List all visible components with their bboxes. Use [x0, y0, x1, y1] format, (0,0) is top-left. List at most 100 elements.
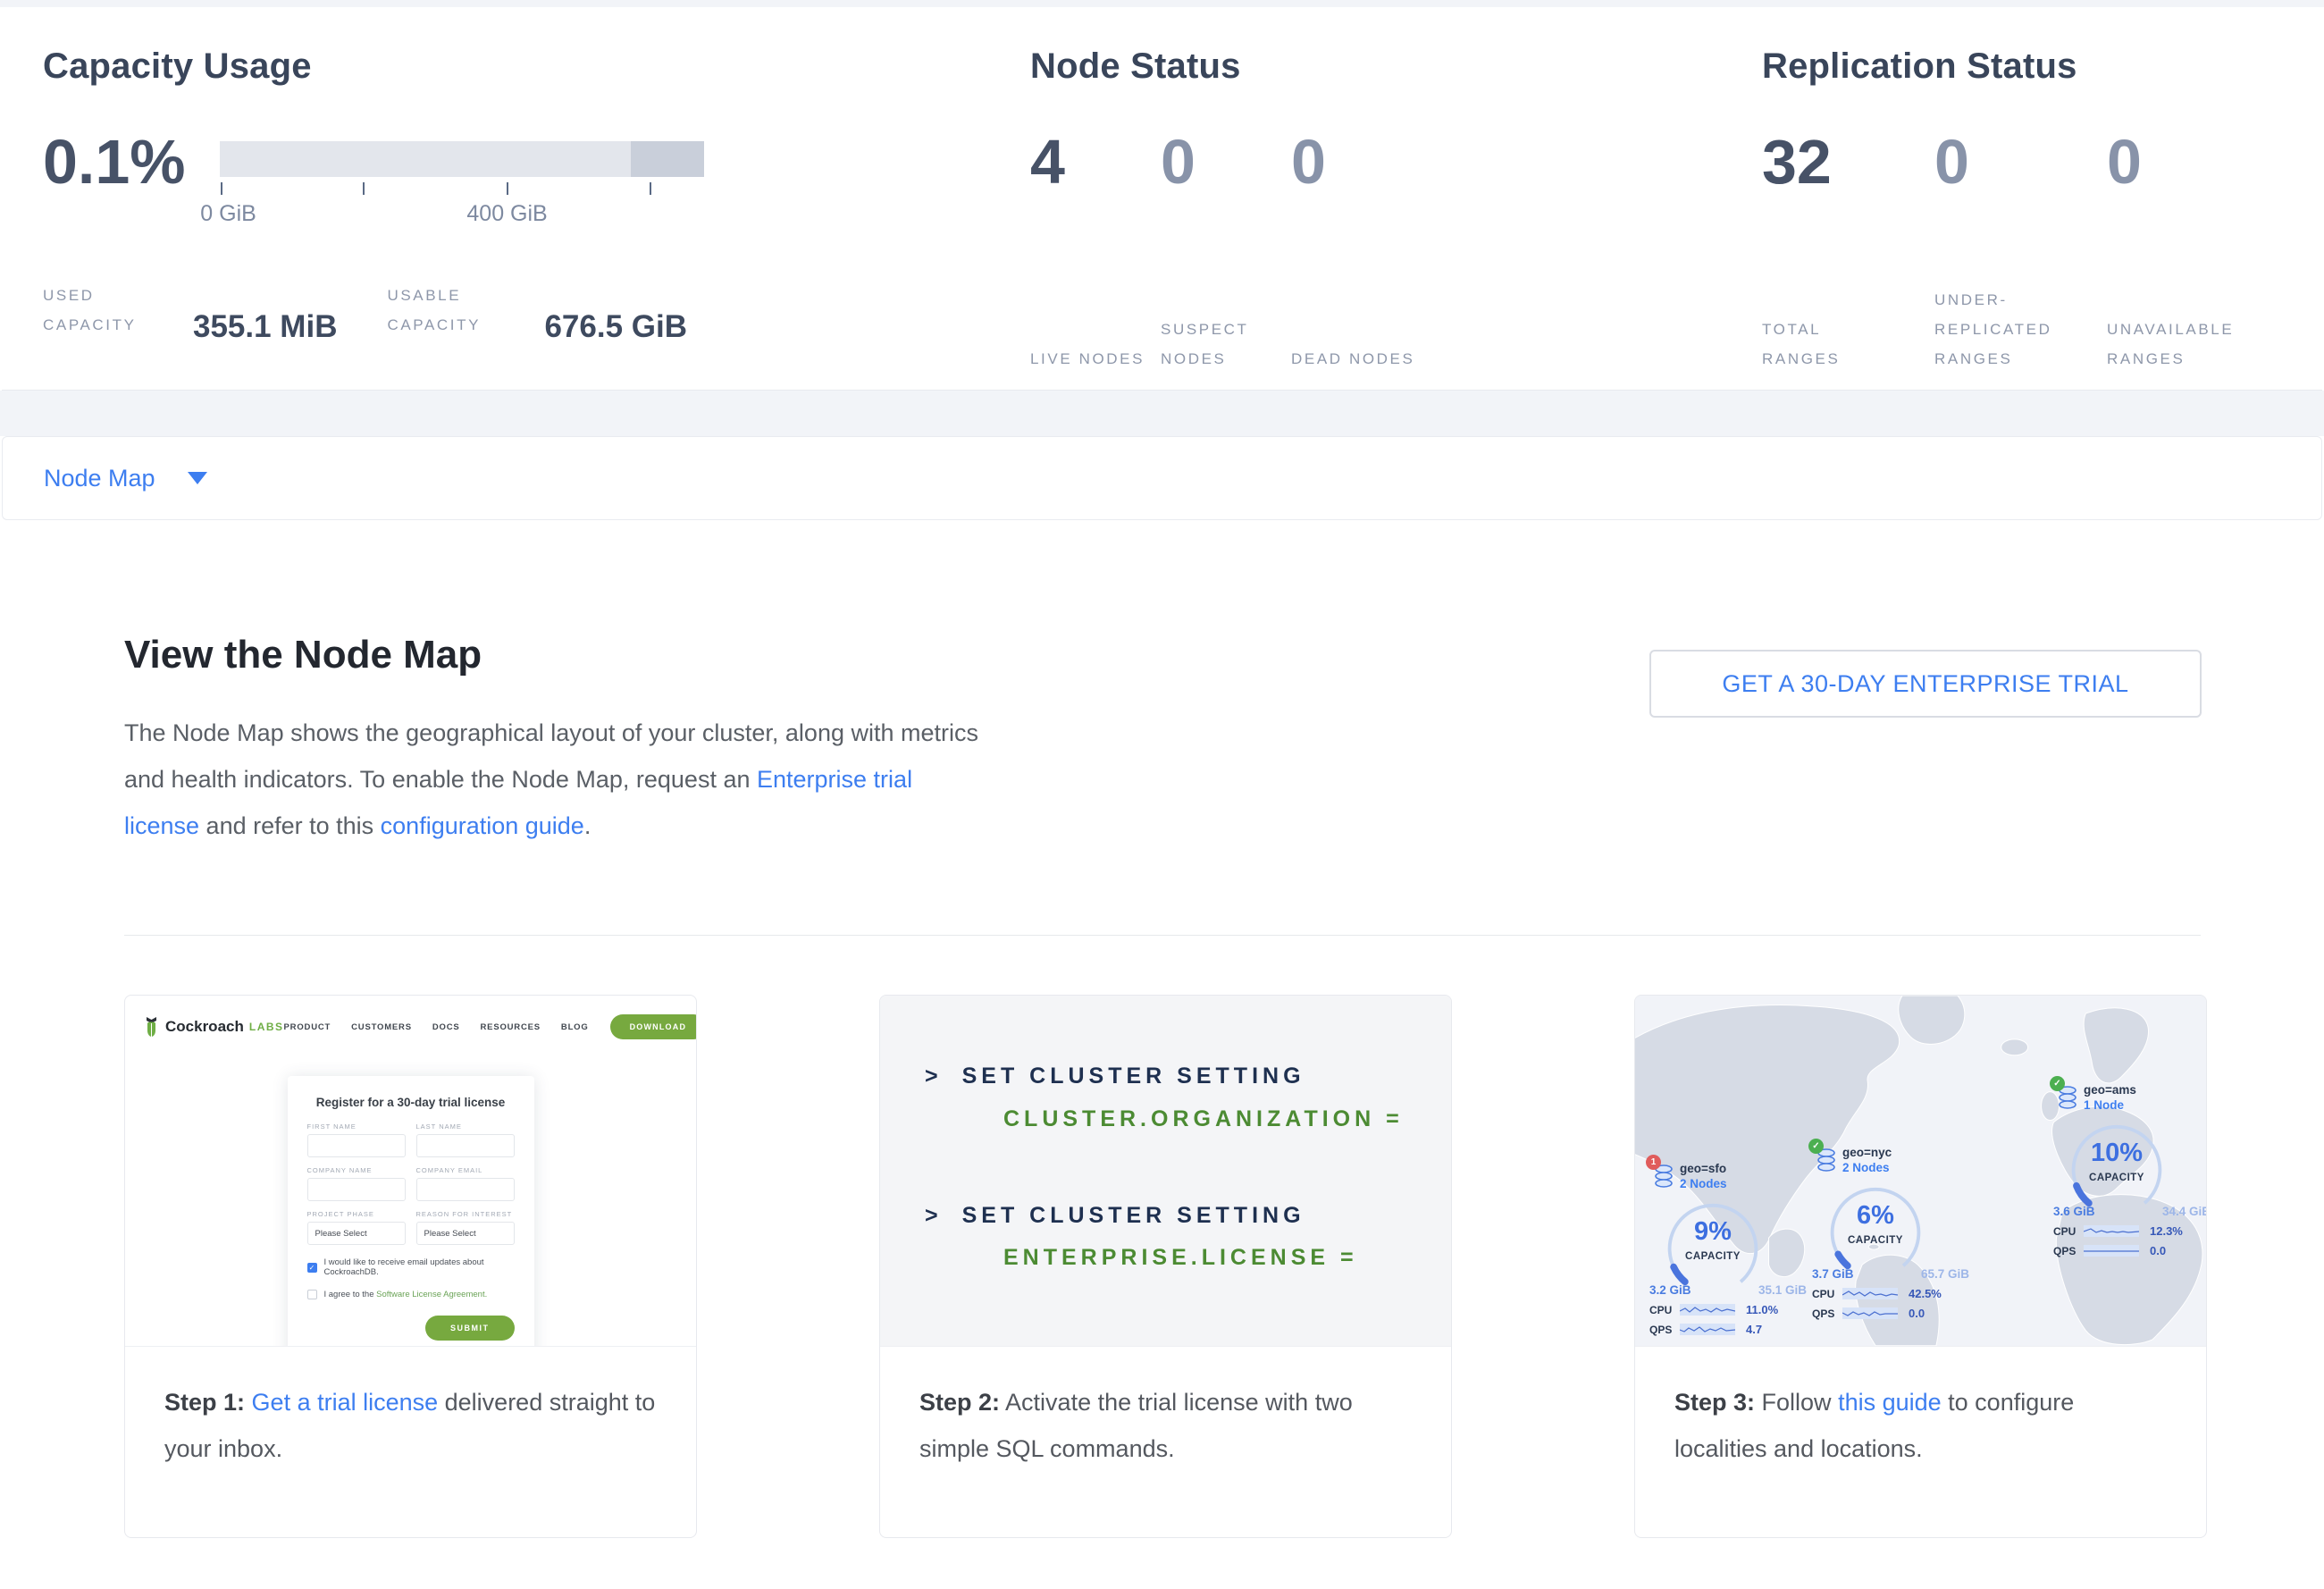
node-status-labels: LIVE NODES SUSPECT NODES DEAD NODES — [1030, 275, 1422, 374]
nav-item-resources[interactable]: RESOURCES — [481, 1022, 541, 1032]
capacity-usage-title: Capacity Usage — [43, 46, 312, 87]
last-name-field[interactable] — [416, 1134, 515, 1157]
step3-node-map-preview: 1 geo=sfo 2 Nodes — [1635, 996, 2206, 1347]
total-capacity: 35.1 GiB — [1758, 1283, 1807, 1297]
get-enterprise-trial-button[interactable]: GET A 30-DAY ENTERPRISE TRIAL — [1649, 650, 2202, 718]
axis-label-0gib: 0 GiB — [200, 201, 256, 227]
capacity-percent: 9% — [1664, 1217, 1762, 1247]
replication-status-labels: TOTAL RANGES UNDER-REPLICATED RANGES UNA… — [1762, 275, 2279, 374]
nav-item-customers[interactable]: CUSTOMERS — [351, 1022, 412, 1032]
qps-value: 4.7 — [1746, 1323, 1762, 1336]
form-title: Register for a 30-day trial license — [307, 1096, 515, 1109]
step2-caption: Step 2: Activate the trial license with … — [880, 1347, 1451, 1472]
dead-nodes-value: 0 — [1291, 130, 1422, 193]
step1-label: Step 1: — [164, 1389, 245, 1416]
cpu-label: CPU — [1812, 1288, 1842, 1300]
brand-suffix: LABS — [249, 1021, 284, 1033]
qps-value: 0.0 — [2150, 1244, 2166, 1257]
step1-card: Cockroach LABS PRODUCT CUSTOMERS DOCS RE… — [124, 995, 697, 1538]
cpu-sparkline — [1680, 1304, 1735, 1316]
total-ranges-value: 32 — [1762, 130, 1934, 193]
locality-name: geo=nyc — [1842, 1146, 1892, 1159]
first-name-field[interactable] — [307, 1134, 406, 1157]
live-nodes-label: LIVE NODES — [1030, 344, 1161, 374]
qps-label: QPS — [1812, 1307, 1842, 1320]
healthy-badge-icon: ✓ — [2050, 1076, 2065, 1091]
chevron-down-icon[interactable] — [188, 472, 207, 484]
description-text: and refer to this — [199, 812, 381, 839]
company-email-label: COMPANY EMAIL — [416, 1166, 515, 1174]
capacity-percent: 0.1% — [43, 130, 186, 230]
node-map-selector[interactable]: Node Map — [2, 436, 2322, 520]
license-agreement-text: I agree to the Software License Agreemen… — [324, 1290, 488, 1299]
node-map-description: The Node Map shows the geographical layo… — [124, 710, 982, 849]
total-capacity: 65.7 GiB — [1921, 1267, 1969, 1281]
sql-arg-cluster-organization: CLUSTER.ORGANIZATION = — [1003, 1106, 1404, 1132]
under-replicated-ranges-label: UNDER-REPLICATED RANGES — [1934, 285, 2068, 374]
used-capacity-label: USED CAPACITY — [43, 281, 193, 340]
download-button[interactable]: DOWNLOAD — [610, 1014, 696, 1039]
email-updates-text: I would like to receive email updates ab… — [324, 1257, 515, 1277]
qps-label: QPS — [1649, 1324, 1680, 1336]
submit-button[interactable]: SUBMIT — [425, 1316, 515, 1341]
node-map-enable-section: View the Node Map The Node Map shows the… — [2, 520, 2322, 1589]
reason-for-interest-select[interactable]: Please Select — [416, 1222, 515, 1245]
email-updates-checkbox[interactable]: ✓ — [307, 1263, 317, 1273]
under-replicated-ranges-value: 0 — [1934, 130, 2107, 193]
mini-site-nav: PRODUCT CUSTOMERS DOCS RESOURCES BLOG — [284, 1022, 589, 1032]
trial-registration-form: Register for a 30-day trial license FIRS… — [288, 1076, 534, 1347]
qps-value: 0.0 — [1909, 1307, 1925, 1320]
company-name-field[interactable] — [307, 1178, 406, 1201]
capacity-usage-metric: 0.1% 0 GiB 400 GiB — [43, 130, 704, 230]
node-map-selector-label[interactable]: Node Map — [44, 465, 155, 492]
license-agreement-checkbox[interactable] — [307, 1290, 317, 1299]
error-badge-icon: 1 — [1646, 1155, 1661, 1170]
mini-site-header: Cockroach LABS PRODUCT CUSTOMERS DOCS RE… — [143, 1008, 678, 1046]
cpu-value: 12.3% — [2150, 1224, 2183, 1238]
locality-node-count: 2 Nodes — [1680, 1177, 1727, 1190]
capacity-gauge: 10% CAPACITY — [2068, 1119, 2166, 1205]
software-license-agreement-link[interactable]: Software License Agreement. — [376, 1290, 487, 1299]
locality-node-count: 2 Nodes — [1842, 1161, 1892, 1174]
unavailable-ranges-value: 0 — [2107, 130, 2279, 193]
capacity-axis-labels: 0 GiB 400 GiB — [220, 201, 704, 230]
capacity-axis-ticks — [220, 182, 704, 196]
step3-caption: Step 3: Follow this guide to configure l… — [1635, 1347, 2206, 1472]
qps-sparkline — [1842, 1307, 1898, 1319]
company-email-field[interactable] — [416, 1178, 515, 1201]
capacity-label: CAPACITY — [2068, 1173, 2166, 1183]
used-capacity-value: 355.1 MiB — [193, 310, 337, 345]
page-title: View the Node Map — [124, 633, 482, 677]
step1-screenshot: Cockroach LABS PRODUCT CUSTOMERS DOCS RE… — [125, 996, 696, 1347]
capacity-percent: 10% — [2068, 1139, 2166, 1168]
step2-sql-snippet: >SET CLUSTER SETTING CLUSTER.ORGANIZATIO… — [880, 996, 1451, 1347]
last-name-label: LAST NAME — [416, 1122, 515, 1131]
cpu-label: CPU — [2053, 1225, 2084, 1238]
node-status-values: 4 0 0 — [1030, 130, 1422, 193]
configuration-guide-link[interactable]: configuration guide — [381, 812, 584, 839]
locality-node-count: 1 Node — [2084, 1098, 2136, 1112]
dead-nodes-label: DEAD NODES — [1291, 344, 1422, 374]
locality-name: geo=ams — [2084, 1083, 2136, 1097]
nav-item-product[interactable]: PRODUCT — [284, 1022, 331, 1032]
nav-item-docs[interactable]: DOCS — [432, 1022, 460, 1032]
first-name-label: FIRST NAME — [307, 1122, 406, 1131]
top-strip — [0, 0, 2324, 7]
capacity-gauge: 6% CAPACITY — [1826, 1181, 1925, 1267]
section-divider — [124, 935, 2201, 936]
description-text: . — [584, 812, 591, 839]
cockroach-bug-icon — [143, 1016, 160, 1038]
qps-sparkline — [1680, 1324, 1735, 1335]
suspect-nodes-label: SUSPECT NODES — [1161, 315, 1291, 374]
this-guide-link[interactable]: this guide — [1838, 1389, 1942, 1416]
project-phase-select[interactable]: Please Select — [307, 1222, 406, 1245]
sql-keyword: SET CLUSTER SETTING — [962, 1064, 1305, 1089]
nav-item-blog[interactable]: BLOG — [561, 1022, 589, 1032]
total-capacity: 34.4 GiB — [2162, 1205, 2206, 1218]
qps-sparkline — [2084, 1245, 2139, 1257]
capacity-bar — [220, 141, 704, 177]
suspect-nodes-value: 0 — [1161, 130, 1291, 193]
capacity-gauge: 9% CAPACITY — [1664, 1198, 1762, 1283]
capacity-percent: 6% — [1826, 1201, 1925, 1231]
get-trial-license-link[interactable]: Get a trial license — [252, 1389, 439, 1416]
